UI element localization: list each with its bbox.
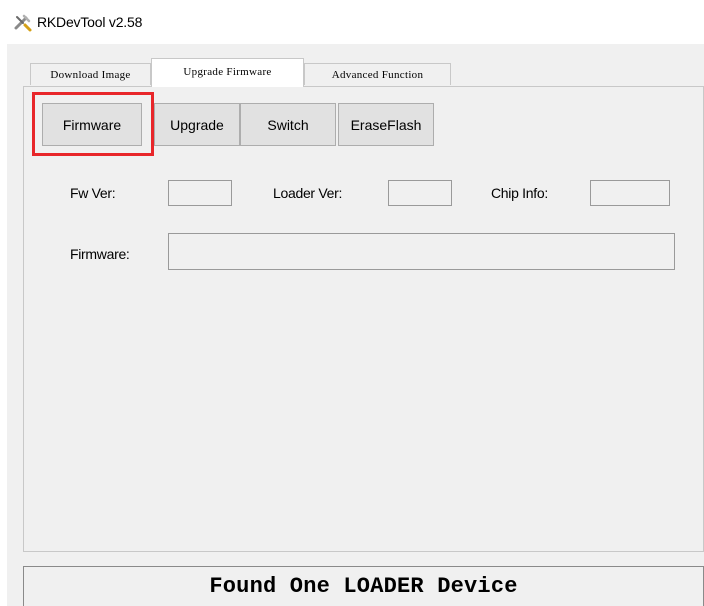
erase-flash-button[interactable]: EraseFlash [338, 103, 434, 146]
firmware-path-field [168, 233, 675, 270]
status-bar: Found One LOADER Device [23, 566, 704, 606]
fw-ver-label: Fw Ver: [70, 185, 116, 201]
switch-button[interactable]: Switch [240, 103, 336, 146]
upgrade-firmware-panel [23, 86, 704, 552]
tab-upgrade-firmware[interactable]: Upgrade Firmware [151, 58, 304, 87]
loader-ver-label: Loader Ver: [273, 185, 343, 201]
upgrade-button[interactable]: Upgrade [154, 103, 240, 146]
chip-info-label: Chip Info: [491, 185, 548, 201]
tab-download-image[interactable]: Download Image [30, 63, 151, 85]
fw-ver-field [168, 180, 232, 206]
loader-ver-field [388, 180, 452, 206]
firmware-button[interactable]: Firmware [42, 103, 142, 146]
window-title: RKDevTool v2.58 [37, 14, 143, 30]
tab-advanced-function[interactable]: Advanced Function [304, 63, 451, 85]
rk-tool-icon [13, 13, 33, 33]
chip-info-field [590, 180, 670, 206]
firmware-path-label: Firmware: [70, 246, 130, 262]
title-bar: RKDevTool v2.58 [0, 0, 704, 44]
status-message: Found One LOADER Device [209, 574, 518, 599]
